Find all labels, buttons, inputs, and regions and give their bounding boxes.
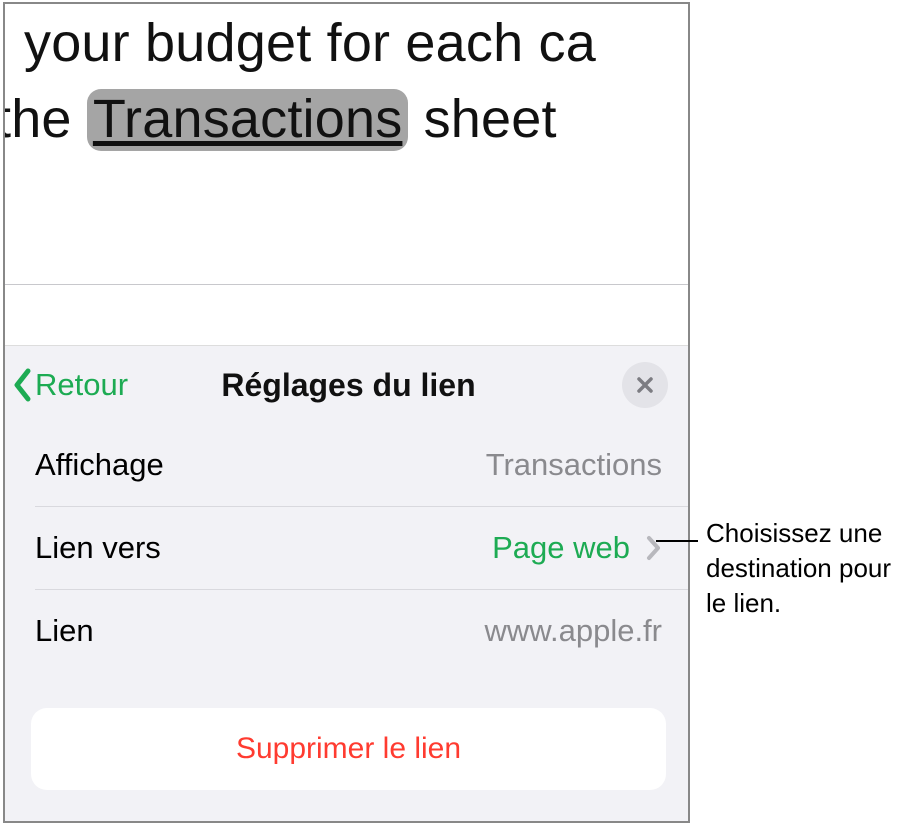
delete-link-button[interactable]: Supprimer le lien — [31, 708, 666, 790]
row-display[interactable]: Affichage Transactions — [3, 424, 690, 506]
content-divider — [5, 284, 688, 285]
row-linkto[interactable]: Lien vers Page web — [3, 507, 690, 589]
panel-header: Retour Réglages du lien — [3, 346, 690, 424]
doc-line-1: your budget for each ca — [24, 6, 596, 82]
link-settings-panel: Retour Réglages du lien Affichage Transa… — [3, 345, 690, 823]
doc-line1-text: your budget for each ca — [24, 13, 596, 73]
delete-link-label: Supprimer le lien — [236, 732, 461, 766]
callout-leader-line — [656, 540, 698, 542]
row-display-value: Transactions — [486, 447, 662, 483]
chevron-right-icon — [646, 535, 662, 561]
callout-text: Choisissez une destination pour le lien. — [706, 516, 916, 621]
back-label: Retour — [35, 367, 128, 403]
back-button[interactable]: Retour — [13, 367, 128, 403]
doc-line-2: the Transactions sheet — [3, 82, 557, 158]
row-linkto-value: Page web — [492, 530, 630, 566]
chevron-left-icon — [13, 368, 33, 402]
row-display-label: Affichage — [35, 447, 164, 483]
row-link-label: Lien — [35, 613, 94, 649]
row-link[interactable]: Lien www.apple.fr — [3, 590, 690, 672]
app-frame: your budget for each ca the Transactions… — [3, 2, 690, 823]
close-button[interactable] — [622, 362, 668, 408]
selected-link-text[interactable]: Transactions — [87, 89, 409, 151]
document-text-area: your budget for each ca the Transactions… — [5, 4, 688, 284]
close-icon — [635, 375, 655, 395]
panel-title: Réglages du lien — [221, 367, 475, 404]
row-linkto-label: Lien vers — [35, 530, 161, 566]
row-link-value: www.apple.fr — [485, 613, 662, 649]
doc-line2-suffix: sheet — [408, 89, 556, 149]
doc-line2-prefix: the — [3, 89, 87, 149]
